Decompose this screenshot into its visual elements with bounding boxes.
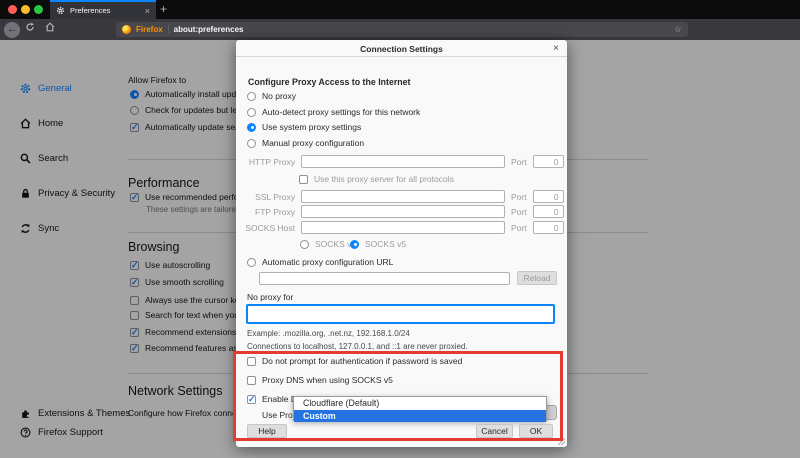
port-label: Port	[511, 157, 527, 167]
radio-auto-detect[interactable]: Auto-detect proxy settings for this netw…	[247, 107, 420, 117]
cancel-button[interactable]: Cancel	[476, 424, 513, 438]
radio-icon	[350, 240, 359, 249]
ssl-proxy-row: SSL Proxy Port 0	[236, 190, 567, 203]
socks-host-label: SOCKS Host	[236, 223, 295, 233]
port-label: Port	[511, 223, 527, 233]
radio-use-system-proxy[interactable]: Use system proxy settings	[247, 122, 361, 132]
reload-icon	[25, 22, 35, 32]
resize-grip[interactable]	[558, 438, 565, 445]
checkbox-no-prompt-auth[interactable]: Do not prompt for authentication if pass…	[247, 356, 462, 366]
radio-icon	[247, 108, 256, 117]
http-proxy-label: HTTP Proxy	[236, 157, 295, 167]
radio-socks-v4[interactable]: SOCKS v4	[300, 239, 356, 249]
radio-auto-proxy-url[interactable]: Automatic proxy configuration URL	[247, 257, 393, 267]
radio-icon	[247, 92, 256, 101]
urlbar-separator	[168, 25, 169, 34]
help-button[interactable]: Help	[247, 424, 287, 438]
checkbox-proxy-dns-socks5[interactable]: Proxy DNS when using SOCKS v5	[247, 375, 393, 385]
no-proxy-for-label: No proxy for	[247, 292, 293, 302]
connection-settings-dialog: Connection Settings × Configure Proxy Ac…	[236, 40, 567, 447]
dropdown-option-custom[interactable]: Custom	[294, 410, 546, 423]
ok-button[interactable]: OK	[519, 424, 553, 438]
localhost-note: Connections to localhost, 127.0.0.1, and…	[247, 342, 468, 351]
proxy-heading: Configure Proxy Access to the Internet	[248, 77, 410, 87]
url-bar[interactable]: Firefox about:preferences ☆	[116, 22, 688, 37]
socks-host-input[interactable]	[301, 221, 505, 234]
ftp-proxy-input[interactable]	[301, 205, 505, 218]
tab-close-icon[interactable]: ×	[145, 6, 150, 16]
socks-host-row: SOCKS Host Port 0	[236, 221, 567, 234]
port-label: Port	[511, 207, 527, 217]
bookmark-star-icon[interactable]: ☆	[674, 24, 682, 35]
reload-button[interactable]: Reload	[517, 271, 557, 285]
checkbox-icon	[247, 376, 256, 385]
home-button[interactable]	[40, 19, 60, 40]
ftp-port-input[interactable]: 0	[533, 205, 564, 218]
home-icon	[45, 22, 55, 32]
tab-title: Preferences	[70, 6, 140, 15]
ssl-port-input[interactable]: 0	[533, 190, 564, 203]
firefox-brand-label: Firefox	[136, 25, 163, 34]
radio-socks-v5[interactable]: SOCKS v5	[350, 239, 406, 249]
firefox-logo-icon	[122, 25, 131, 34]
window-close-button[interactable]	[8, 5, 17, 14]
http-port-input[interactable]: 0	[533, 155, 564, 168]
navigation-toolbar: ← → Firefox about:preferences ☆ ≡	[0, 19, 800, 40]
http-proxy-input[interactable]	[301, 155, 505, 168]
dialog-header: Connection Settings ×	[236, 40, 567, 57]
dropdown-option-cloudflare[interactable]: Cloudflare (Default)	[294, 397, 546, 410]
window-minimize-button[interactable]	[21, 5, 30, 14]
window-zoom-button[interactable]	[34, 5, 43, 14]
ssl-proxy-input[interactable]	[301, 190, 505, 203]
radio-no-proxy[interactable]: No proxy	[247, 91, 296, 101]
checkbox-icon	[247, 395, 256, 404]
url-text[interactable]: about:preferences	[174, 25, 669, 34]
no-proxy-for-input[interactable]	[246, 304, 555, 324]
example-note: Example: .mozilla.org, .net.nz, 192.168.…	[247, 329, 410, 338]
radio-manual-proxy[interactable]: Manual proxy configuration	[247, 138, 364, 148]
checkbox-all-protocols[interactable]: Use this proxy server for all protocols	[299, 174, 454, 184]
dialog-title: Connection Settings	[236, 44, 567, 54]
radio-icon	[300, 240, 309, 249]
checkbox-icon	[247, 357, 256, 366]
provider-dropdown-popup: Cloudflare (Default) Custom	[293, 396, 547, 421]
auto-proxy-url-input[interactable]	[259, 272, 510, 285]
port-label: Port	[511, 192, 527, 202]
http-proxy-row: HTTP Proxy Port 0	[236, 155, 567, 168]
radio-icon	[247, 139, 256, 148]
tab-preferences[interactable]: Preferences ×	[50, 0, 156, 19]
checkbox-icon	[299, 175, 308, 184]
gear-favicon-icon	[56, 6, 65, 15]
dialog-close-icon[interactable]: ×	[553, 43, 559, 54]
socks-port-input[interactable]: 0	[533, 221, 564, 234]
radio-icon	[247, 123, 256, 132]
firefox-window: Preferences × + ← → Firefox about:prefer…	[0, 0, 800, 458]
ftp-proxy-row: FTP Proxy Port 0	[236, 205, 567, 218]
ssl-proxy-label: SSL Proxy	[236, 192, 295, 202]
tab-bar: Preferences × +	[0, 0, 800, 19]
radio-icon	[247, 258, 256, 267]
ftp-proxy-label: FTP Proxy	[236, 207, 295, 217]
back-button[interactable]: ←	[4, 22, 20, 38]
reload-button[interactable]	[20, 19, 40, 40]
new-tab-button[interactable]: +	[160, 2, 167, 16]
